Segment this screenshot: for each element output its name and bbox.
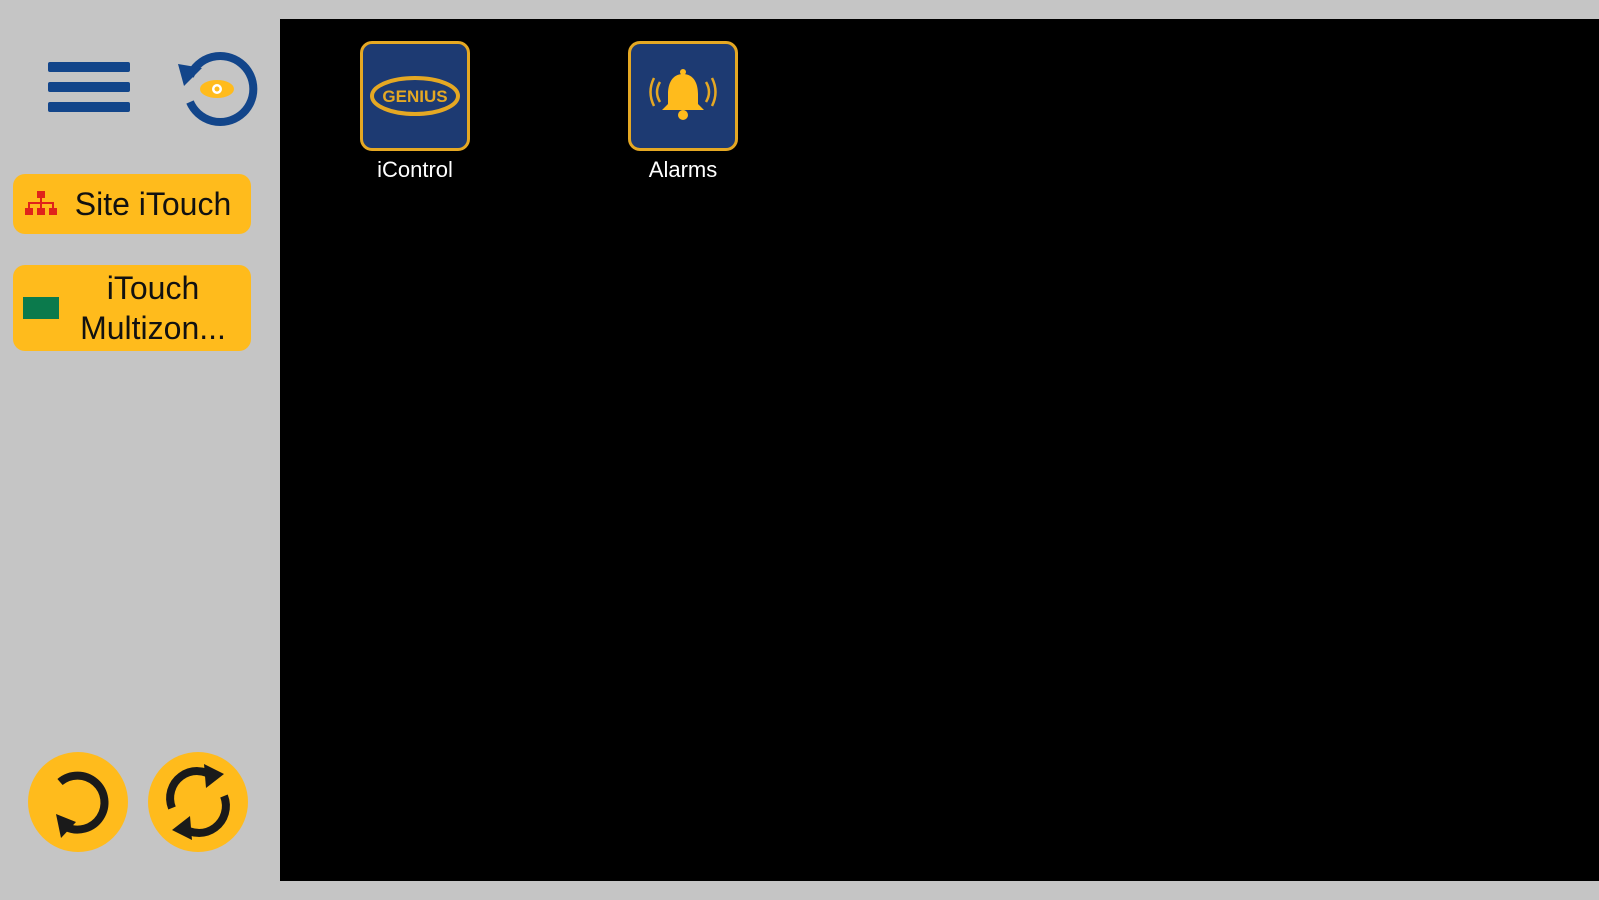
sidebar: Site iTouch iTouch Multizon... xyxy=(0,0,280,900)
hamburger-menu-icon[interactable] xyxy=(48,62,130,112)
app-tile-icontrol[interactable]: GENIUS iControl xyxy=(345,41,485,183)
app-root: Site iTouch iTouch Multizon... GENIUS iC… xyxy=(0,0,1599,900)
app-canvas: GENIUS iControl Alarms xyxy=(280,19,1599,881)
alarm-bell-icon xyxy=(628,41,738,151)
nav-button-itouch-multizone[interactable]: iTouch Multizon... xyxy=(13,265,251,351)
nav-label-site-itouch: Site iTouch xyxy=(74,186,232,222)
genius-logo-text: GENIUS xyxy=(382,87,447,106)
genius-logo-icon: GENIUS xyxy=(360,41,470,151)
nav-label-itouch-multizone: iTouch Multizon... xyxy=(80,270,226,346)
app-label-alarms: Alarms xyxy=(648,157,718,182)
nav-button-site-itouch[interactable]: Site iTouch xyxy=(13,174,251,234)
reset-view-eye-icon[interactable] xyxy=(176,46,262,132)
sync-button[interactable] xyxy=(148,752,248,852)
undo-button[interactable] xyxy=(28,752,128,852)
multizone-panel-icon xyxy=(13,297,63,319)
undo-arrow-icon xyxy=(28,752,128,852)
app-label-icontrol: iControl xyxy=(377,157,453,182)
sync-refresh-icon xyxy=(148,752,248,852)
app-tile-alarms[interactable]: Alarms xyxy=(613,41,753,183)
site-hierarchy-icon xyxy=(13,190,63,218)
